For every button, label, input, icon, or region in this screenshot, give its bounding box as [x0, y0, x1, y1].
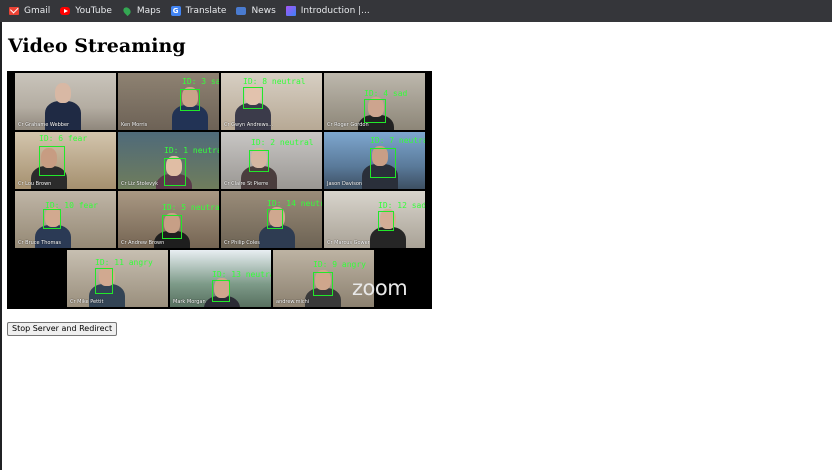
zoom-watermark: zoom	[352, 276, 408, 300]
bookmark-news[interactable]: News	[236, 6, 276, 16]
gmail-icon	[9, 7, 19, 15]
participant-name: Jason Davison	[327, 181, 363, 187]
participant-name: andrew.michi	[276, 299, 310, 305]
face-detection-box	[180, 89, 200, 111]
participant-name: Cr Marcus Gower	[327, 240, 370, 246]
emotion-label: ID: 4 sad	[364, 89, 408, 98]
participant-tile: ID: 6 fear Cr Lou Brown	[15, 132, 116, 189]
participant-tile: ID: 3 sad Ken Morris	[118, 73, 219, 130]
emotion-label: ID: 13 neutral	[212, 270, 271, 279]
face-detection-box	[39, 146, 65, 176]
emotion-label: ID: 3 sad	[182, 77, 219, 86]
emotion-label: ID: 2 neutral	[251, 138, 314, 147]
participant-tile: ID: 11 angry Cr Mike Pettit	[67, 250, 168, 307]
bookmark-introduction[interactable]: Introduction |...	[285, 6, 370, 16]
translate-icon: G	[170, 6, 181, 16]
participant-tile: ID: 7 neutral Jason Davison	[324, 132, 425, 189]
emotion-label: ID: 1 neutral	[164, 146, 219, 155]
page-title: Video Streaming	[8, 35, 186, 57]
participant-tile: ID: 13 neutral Mark Morgan	[170, 250, 271, 307]
participant-tile: ID: 4 sad Cr Roger Gordon	[324, 73, 425, 130]
participant-name: Cr Andrew Brown	[121, 240, 165, 246]
emotion-label: ID: 5 neutral	[162, 203, 219, 212]
face-detection-box	[212, 280, 230, 302]
participant-name: Mark Morgan	[173, 299, 206, 305]
face-detection-box	[364, 99, 386, 123]
participant-tile: ID: 8 neutral Cr Gwyn Andrews...	[221, 73, 322, 130]
bookmark-translate[interactable]: G Translate	[170, 6, 227, 16]
document-icon	[285, 6, 296, 16]
participant-face	[55, 83, 71, 103]
bookmark-label: YouTube	[75, 6, 112, 16]
youtube-icon	[60, 7, 71, 15]
emotion-label: ID: 11 angry	[95, 258, 153, 267]
participant-tile: ID: 2 neutral Cr Claire St Pierre	[221, 132, 322, 189]
face-detection-box	[378, 211, 394, 231]
emotion-label: ID: 10 fear	[45, 201, 98, 210]
face-detection-box	[267, 209, 283, 229]
face-detection-box	[313, 272, 333, 296]
participant-name: Cr Mike Pettit	[70, 299, 104, 305]
participant-tile: ID: 5 neutral Cr Andrew Brown	[118, 191, 219, 248]
emotion-label: ID: 12 sad	[378, 201, 425, 210]
window-edge	[0, 0, 2, 470]
participant-name: Ken Morris	[121, 122, 148, 128]
emotion-label: ID: 14 neutral	[267, 199, 322, 208]
bookmark-label: News	[251, 6, 276, 16]
bookmark-maps[interactable]: Maps	[121, 5, 161, 17]
bookmark-label: Introduction |...	[300, 6, 370, 16]
participant-tile: ID: 10 fear Cr Bruce Thomas	[15, 191, 116, 248]
bookmark-youtube[interactable]: YouTube	[60, 6, 112, 16]
bookmark-gmail[interactable]: Gmail	[9, 6, 50, 16]
bookmark-label: Maps	[136, 6, 161, 16]
face-detection-box	[164, 158, 186, 186]
participant-name: Cr Bruce Thomas	[18, 240, 62, 246]
participant-name: Cr Gwyn Andrews...	[224, 122, 274, 128]
face-detection-box	[249, 150, 269, 172]
bookmark-label: Gmail	[24, 6, 51, 16]
emotion-label: ID: 6 fear	[39, 134, 88, 143]
face-detection-box	[370, 148, 396, 178]
emotion-label: ID: 9 angry	[313, 260, 366, 269]
face-detection-box	[162, 215, 182, 239]
participant-tile: ID: 12 sad Cr Marcus Gower	[324, 191, 425, 248]
emotion-label: ID: 7 neutral	[370, 136, 425, 145]
face-detection-box	[243, 87, 263, 109]
participant-name: Cr Claire St Pierre	[224, 181, 269, 187]
participant-tile: ID: 14 neutral Cr Philip Coles	[221, 191, 322, 248]
face-detection-box	[43, 209, 61, 229]
video-stream: ID: 9 angry andrew.michi ID: 13 neutral Mar…	[7, 71, 432, 309]
participant-tile: ID: 1 neutral Cr Liz Stolevyk	[118, 132, 219, 189]
participant-name: Cr Lou Brown	[18, 181, 52, 187]
maps-icon	[121, 5, 132, 17]
face-detection-box	[95, 268, 113, 294]
stop-server-button[interactable]: Stop Server and Redirect	[7, 322, 118, 336]
bookmarks-bar: Gmail YouTube Maps G Translate News Intr…	[0, 0, 832, 22]
bookmark-label: Translate	[185, 6, 227, 16]
participant-tile: Cr Grahame Webber	[15, 73, 116, 130]
participant-name: Cr Roger Gordon	[327, 122, 369, 128]
participant-name: Cr Grahame Webber	[18, 122, 70, 128]
participant-name: Cr Liz Stolevyk	[121, 181, 158, 187]
emotion-label: ID: 8 neutral	[243, 77, 306, 86]
participant-name: Cr Philip Coles	[224, 240, 260, 246]
news-icon	[236, 7, 247, 15]
